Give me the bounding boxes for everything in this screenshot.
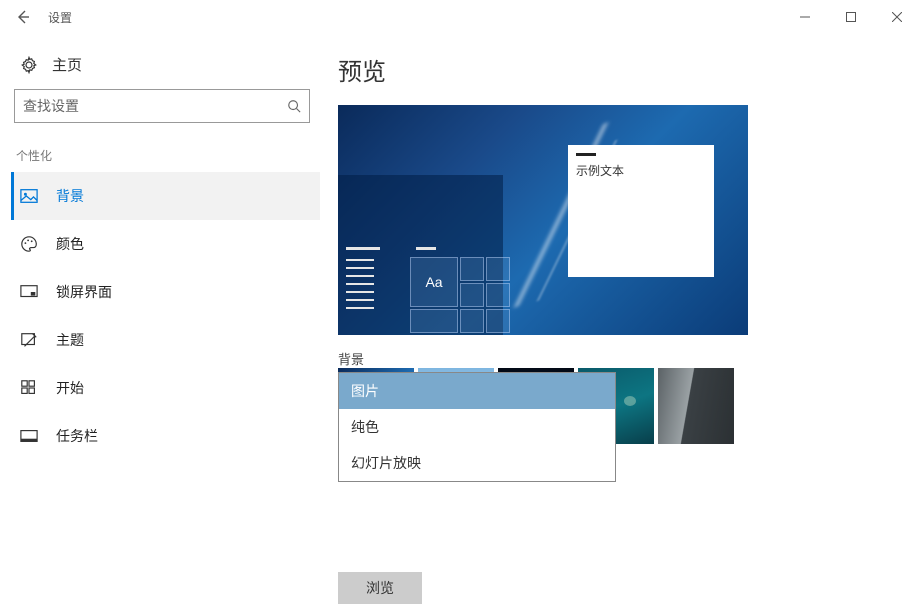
window-title: 设置 <box>48 9 72 26</box>
dropdown-option-slideshow[interactable]: 幻灯片放映 <box>339 445 615 481</box>
close-button[interactable] <box>874 2 920 32</box>
preview-tile-aa: Aa <box>410 257 458 307</box>
palette-icon <box>20 235 38 253</box>
sidebar-item-themes[interactable]: 主题 <box>14 316 320 364</box>
main-content: 预览 Aa 示例文本 背景 <box>320 34 920 583</box>
sidebar-item-label: 颜色 <box>56 234 84 254</box>
sidebar-item-label: 主题 <box>56 330 84 350</box>
back-button[interactable] <box>8 2 38 32</box>
sidebar: 主页 查找设置 个性化 背景 颜色 锁屏界面 <box>0 34 320 583</box>
lockscreen-icon <box>20 283 38 301</box>
search-icon <box>287 99 301 113</box>
preview-start-panel: Aa <box>338 175 503 335</box>
sidebar-item-colors[interactable]: 颜色 <box>14 220 320 268</box>
dropdown-option-solid[interactable]: 纯色 <box>339 409 615 445</box>
sidebar-item-label: 锁屏界面 <box>56 282 112 302</box>
gear-icon <box>20 56 38 74</box>
sidebar-item-lockscreen[interactable]: 锁屏界面 <box>14 268 320 316</box>
dropdown-option-picture[interactable]: 图片 <box>339 373 615 409</box>
sidebar-item-taskbar[interactable]: 任务栏 <box>14 412 320 460</box>
taskbar-icon <box>20 427 38 445</box>
sidebar-item-label: 任务栏 <box>56 426 98 446</box>
sidebar-item-start[interactable]: 开始 <box>14 364 320 412</box>
home-button[interactable]: 主页 <box>14 46 320 89</box>
theme-icon <box>20 331 38 349</box>
home-label: 主页 <box>52 54 82 75</box>
sidebar-item-label: 背景 <box>56 186 84 206</box>
desktop-preview: Aa 示例文本 <box>338 105 748 335</box>
preview-heading: 预览 <box>338 52 920 87</box>
picture-icon <box>20 187 38 205</box>
sidebar-item-background[interactable]: 背景 <box>11 172 320 220</box>
preview-window: 示例文本 <box>568 145 714 277</box>
titlebar: 设置 <box>0 0 920 34</box>
start-icon <box>20 379 38 397</box>
sample-text: 示例文本 <box>576 162 706 179</box>
background-label: 背景 <box>338 349 920 368</box>
search-placeholder: 查找设置 <box>23 96 79 116</box>
search-input[interactable]: 查找设置 <box>14 89 310 123</box>
maximize-button[interactable] <box>828 2 874 32</box>
browse-button[interactable]: 浏览 <box>338 572 422 604</box>
sidebar-item-label: 开始 <box>56 378 84 398</box>
section-label: 个性化 <box>14 143 320 172</box>
minimize-button[interactable] <box>782 2 828 32</box>
background-dropdown[interactable]: 图片 纯色 幻灯片放映 <box>338 372 616 482</box>
